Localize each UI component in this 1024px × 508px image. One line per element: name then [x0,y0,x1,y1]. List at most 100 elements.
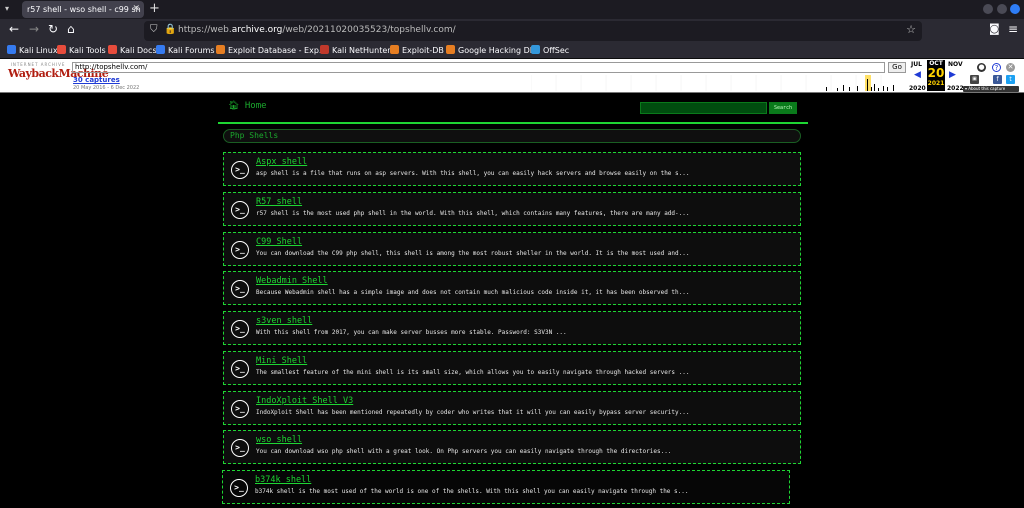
shell-title-link[interactable]: IndoXploit Shell V3 [256,396,353,406]
tab-list-icon[interactable]: ▾ [5,4,15,14]
pocket-icon[interactable]: ◙ [989,22,1000,35]
shell-title-link[interactable]: Mini Shell [256,356,307,366]
bookmark-label: Google Hacking DB [458,46,536,55]
shell-description: b374k shell is the most used of the worl… [255,488,689,495]
bookmark-item[interactable]: Google Hacking DB [446,45,535,55]
kali-icon [7,45,16,54]
facebook-icon[interactable]: f [993,75,1002,84]
terminal-icon: >_ [231,400,249,418]
kali-docs-icon [108,45,117,54]
prev-year-label[interactable]: 2020 [909,85,926,92]
bookmark-label: Kali Linux [19,46,58,55]
navigation-bar: ← → ↻ ⌂ ⛉ 🔒 https://web.archive.org/web/… [0,19,1024,43]
terminal-icon: >_ [231,439,249,457]
capture-date-range: 20 May 2016 - 6 Dec 2022 [73,85,140,91]
bookmark-label: OffSec [543,46,570,55]
bookmark-item[interactable]: Kali Linux [7,45,58,55]
back-icon[interactable]: ← [9,22,19,36]
maximize-button[interactable] [997,4,1007,14]
bookmark-item[interactable]: Exploit-DB [390,45,444,55]
shell-title-link[interactable]: wso shell [256,435,302,445]
bookmark-item[interactable]: Exploit Database - Exp... [216,45,327,55]
url-bar[interactable]: ⛉ 🔒 https://web.archive.org/web/20211020… [144,21,922,41]
bookmark-item[interactable]: OffSec [531,45,569,55]
shell-title-link[interactable]: b374k shell [255,475,311,485]
next-month-label[interactable]: NOV [948,61,963,68]
bookmark-label: Kali Forums [168,46,215,55]
wayback-logo[interactable]: INTERNET ARCHIVE WaybackMachine [8,62,109,88]
home-icon[interactable]: ⌂ [67,22,75,36]
terminal-icon: >_ [231,241,249,259]
new-tab-icon[interactable]: + [149,1,160,16]
close-window-button[interactable] [1010,4,1020,14]
section-title: Php Shells [223,129,801,143]
search-input[interactable] [640,102,767,114]
camera-icon[interactable]: ▣ [970,75,979,84]
terminal-icon: >_ [231,201,249,219]
wayback-go-button[interactable]: Go [888,62,906,73]
nethunter-icon [320,45,329,54]
shell-title-link[interactable]: C99 Shell [256,237,302,247]
lock-icon[interactable]: 🔒 [164,24,176,35]
shell-card[interactable]: >_ wso shell You can download wso php shel… [223,430,801,464]
twitter-icon[interactable]: t [1006,75,1015,84]
shell-description: asp shell is a file that runs on asp ser… [256,170,690,177]
bookmark-label: Kali Tools [69,46,106,55]
tab-bar: ▾ r57 shell - wso shell - c99 sh ✕ + [0,0,1024,19]
bookmark-label: Exploit Database - Exp... [228,46,327,55]
shell-description: You can download the C99 php shell, this… [256,250,690,257]
terminal-icon: >_ [231,280,249,298]
current-capture-date: OCT 20 2021 [927,60,945,91]
home-house-icon: 🏠︎ [228,101,240,111]
shell-title-link[interactable]: R57 shell [256,197,302,207]
tab-close-icon[interactable]: ✕ [132,1,140,18]
url-text[interactable]: https://web.archive.org/web/202110200355… [178,25,456,35]
page-content: 🏠︎ Home Search Php Shells >_ Aspx shell as… [0,94,1024,508]
shell-card[interactable]: >_ Mini Shell The smallest feature of the … [223,351,801,385]
wayback-toolbar: INTERNET ARCHIVE WaybackMachine http://t… [0,59,1024,93]
shell-description: The smallest feature of the mini shell i… [256,369,690,376]
shell-description: IndoXploit Shell has been mentioned repe… [256,409,690,416]
bookmark-label: Kali Docs [120,46,157,55]
minimize-button[interactable] [983,4,993,14]
shell-description: Because Webadmin shell has a simple imag… [256,289,690,296]
shell-card[interactable]: >_ C99 Shell You can download the C99 php … [223,232,801,266]
shell-card[interactable]: >_ s3ven shell With this shell from 2017, … [223,311,801,345]
terminal-icon: >_ [231,320,249,338]
reload-icon[interactable]: ↻ [48,22,58,36]
shell-card[interactable]: >_ Aspx shell asp shell is a file that run… [223,152,801,186]
close-toolbar-icon[interactable]: ✕ [1006,63,1015,72]
shield-icon[interactable]: ⛉ [150,24,158,35]
forward-icon[interactable]: → [29,22,39,36]
prev-capture-arrow-icon[interactable]: ◀ [914,70,921,80]
bookmark-item[interactable]: Kali Docs [108,45,157,55]
tab-active[interactable]: r57 shell - wso shell - c99 sh ✕ [22,1,144,18]
about-capture-button[interactable]: ▾ About this capture [963,86,1019,92]
menu-icon[interactable]: ≡ [1008,22,1018,36]
captures-link[interactable]: 30 captures [73,76,120,84]
shell-description: r57 shell is the most used php shell in … [256,210,690,217]
shell-title-link[interactable]: Aspx shell [256,157,307,167]
shell-title-link[interactable]: s3ven shell [256,316,312,326]
tab-title: r57 shell - wso shell - c99 sh [27,5,141,14]
bookmark-item[interactable]: Kali Forums [156,45,215,55]
shell-card[interactable]: >_ b374k shell b374k shell is the most use… [222,470,790,504]
help-icon[interactable]: ? [992,63,1001,72]
next-year-label[interactable]: 2022 [947,85,964,92]
account-icon[interactable]: ● [977,63,986,72]
wayback-url-input[interactable]: http://topshellv.com/ [72,62,885,73]
bookmark-star-icon[interactable]: ☆ [906,23,916,36]
next-capture-arrow-icon[interactable]: ▶ [949,70,956,80]
bookmarks-bar: Kali Linux Kali Tools Kali Docs Kali Forums… [0,43,1024,59]
bookmark-item[interactable]: Kali Tools [57,45,106,55]
bookmark-item[interactable]: Kali NetHunter [320,45,391,55]
home-link[interactable]: 🏠︎ Home [228,101,267,111]
shell-card[interactable]: >_ Webadmin Shell Because Webadmin shell h… [223,271,801,305]
shell-card[interactable]: >_ R57 shell r57 shell is the most used ph… [223,192,801,226]
shell-title-link[interactable]: Webadmin Shell [256,276,328,286]
prev-month-label[interactable]: JUL [911,61,922,68]
capture-sparkline[interactable] [531,75,906,91]
shell-card[interactable]: >_ IndoXploit Shell V3 IndoXploit Shell ha… [223,391,801,425]
search-button[interactable]: Search [769,102,797,114]
bookmark-label: Kali NetHunter [332,46,391,55]
